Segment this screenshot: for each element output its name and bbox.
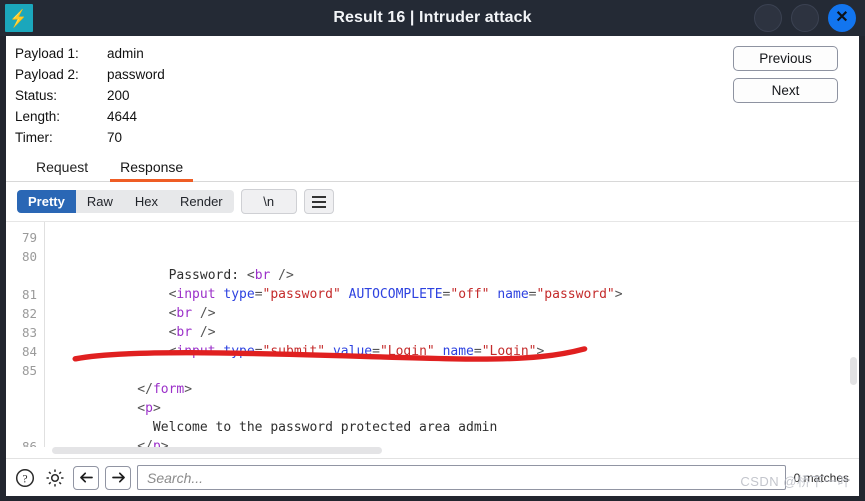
status-value: 200	[107, 88, 130, 103]
result-navigation: Previous Next	[733, 43, 859, 148]
arrow-right-icon[interactable]	[105, 465, 131, 490]
minimize-button[interactable]	[754, 4, 782, 32]
tab-response[interactable]: Response	[104, 159, 199, 182]
result-summary-table: Payload 1: admin Payload 2: password Sta…	[15, 43, 165, 148]
request-response-tabs: Request Response	[6, 150, 859, 182]
search-bar: ? Search... 0 matches	[6, 458, 859, 496]
window-title: Result 16 | Intruder attack	[333, 9, 532, 26]
status-label: Status:	[15, 88, 58, 103]
close-button[interactable]: ✕	[828, 4, 856, 32]
payload2-value: password	[107, 67, 165, 82]
maximize-button[interactable]	[791, 4, 819, 32]
intruder-attack-result-window: ⚡ Result 16 | Intruder attack ✕ Payload …	[0, 0, 865, 501]
payload2-label: Payload 2:	[15, 67, 79, 82]
svg-text:?: ?	[22, 473, 27, 485]
line-number: 83	[21, 325, 37, 340]
code-line: Welcome to the password protected area a…	[152, 420, 498, 435]
line-number: 81	[21, 287, 37, 302]
line-number	[6, 418, 37, 437]
response-view-toolbar: Pretty Raw Hex Render \n	[6, 182, 859, 221]
code-line: </form>	[137, 382, 193, 397]
line-number	[6, 399, 37, 418]
newline-toggle-button[interactable]: \n	[240, 189, 297, 214]
line-number	[6, 266, 37, 285]
line-number: 82	[21, 306, 37, 321]
code-line: </p>	[137, 439, 169, 447]
timer-value: 70	[107, 130, 123, 145]
match-count-label: 0 matches	[793, 470, 849, 485]
code-line: <br />	[168, 325, 216, 340]
payload1-label: Payload 1:	[15, 46, 79, 61]
code-line: <br />	[168, 306, 216, 321]
length-value: 4644	[107, 109, 138, 124]
vertical-scrollbar[interactable]	[850, 222, 857, 447]
window-frame: Payload 1: admin Payload 2: password Sta…	[0, 36, 865, 501]
timer-label: Timer:	[15, 130, 53, 145]
code-line: Password: <br />	[168, 268, 294, 283]
next-button[interactable]: Next	[733, 78, 838, 103]
window-content: Payload 1: admin Payload 2: password Sta…	[6, 36, 859, 496]
response-code-content[interactable]: Password: <br /> <input type="password" …	[45, 222, 859, 447]
length-label: Length:	[15, 109, 61, 124]
view-mode-segmented-control: Pretty Raw Hex Render	[17, 190, 234, 213]
payload1-value: admin	[107, 46, 144, 61]
code-line: <p>	[137, 401, 161, 416]
vertical-scrollbar-thumb[interactable]	[850, 357, 857, 385]
arrow-left-icon[interactable]	[73, 465, 99, 490]
horizontal-scrollbar[interactable]	[6, 447, 859, 458]
line-number-gutter: 798081828384858687	[6, 222, 45, 447]
table-row: Status: 200	[15, 85, 165, 106]
line-number: 84	[21, 344, 37, 359]
help-circle-icon[interactable]: ?	[13, 466, 37, 490]
table-row: Timer: 70	[15, 127, 165, 148]
gear-icon[interactable]	[43, 466, 67, 490]
line-number: 85	[21, 363, 37, 378]
response-body-viewer[interactable]: 798081828384858687 Password: <br /> <inp…	[6, 221, 859, 447]
result-summary-panel: Payload 1: admin Payload 2: password Sta…	[6, 36, 859, 150]
view-mode-hex[interactable]: Hex	[124, 190, 169, 213]
lightning-bolt-icon: ⚡	[5, 4, 33, 32]
horizontal-scrollbar-thumb[interactable]	[52, 447, 382, 454]
table-row: Payload 2: password	[15, 64, 165, 85]
table-row: Length: 4644	[15, 106, 165, 127]
tab-request[interactable]: Request	[20, 159, 104, 181]
code-line: <input type="password" AUTOCOMPLETE="off…	[168, 287, 623, 302]
search-input[interactable]	[137, 465, 786, 490]
view-mode-raw[interactable]: Raw	[76, 190, 124, 213]
view-mode-pretty[interactable]: Pretty	[17, 190, 76, 213]
line-number: 80	[21, 249, 37, 264]
window-controls: ✕	[754, 4, 865, 32]
line-number: 79	[21, 230, 37, 245]
view-mode-render[interactable]: Render	[169, 190, 234, 213]
title-bar: ⚡ Result 16 | Intruder attack ✕	[0, 0, 865, 36]
code-line: <input type="submit" value="Login" name=…	[168, 344, 545, 359]
line-number: 86	[21, 439, 37, 447]
table-row: Payload 1: admin	[15, 43, 165, 64]
previous-button[interactable]: Previous	[733, 46, 838, 71]
hamburger-menu-icon[interactable]	[303, 189, 334, 214]
line-number	[6, 380, 37, 399]
